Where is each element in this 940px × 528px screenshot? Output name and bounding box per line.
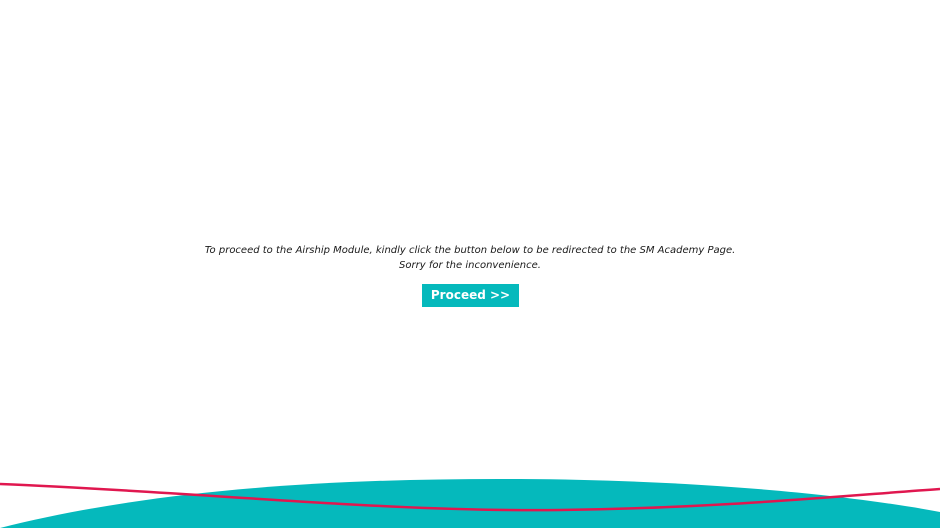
teal-wave-shape [0, 478, 940, 528]
redirect-message-line1: To proceed to the Airship Module, kindly… [204, 245, 736, 256]
apology-message-line2: Sorry for the inconvenience. [399, 260, 541, 271]
proceed-button[interactable]: Proceed >> [422, 284, 519, 307]
red-wave-line [0, 482, 940, 512]
redirect-message: To proceed to the Airship Module, kindly… [0, 243, 940, 273]
redirect-page: To proceed to the Airship Module, kindly… [0, 0, 940, 528]
